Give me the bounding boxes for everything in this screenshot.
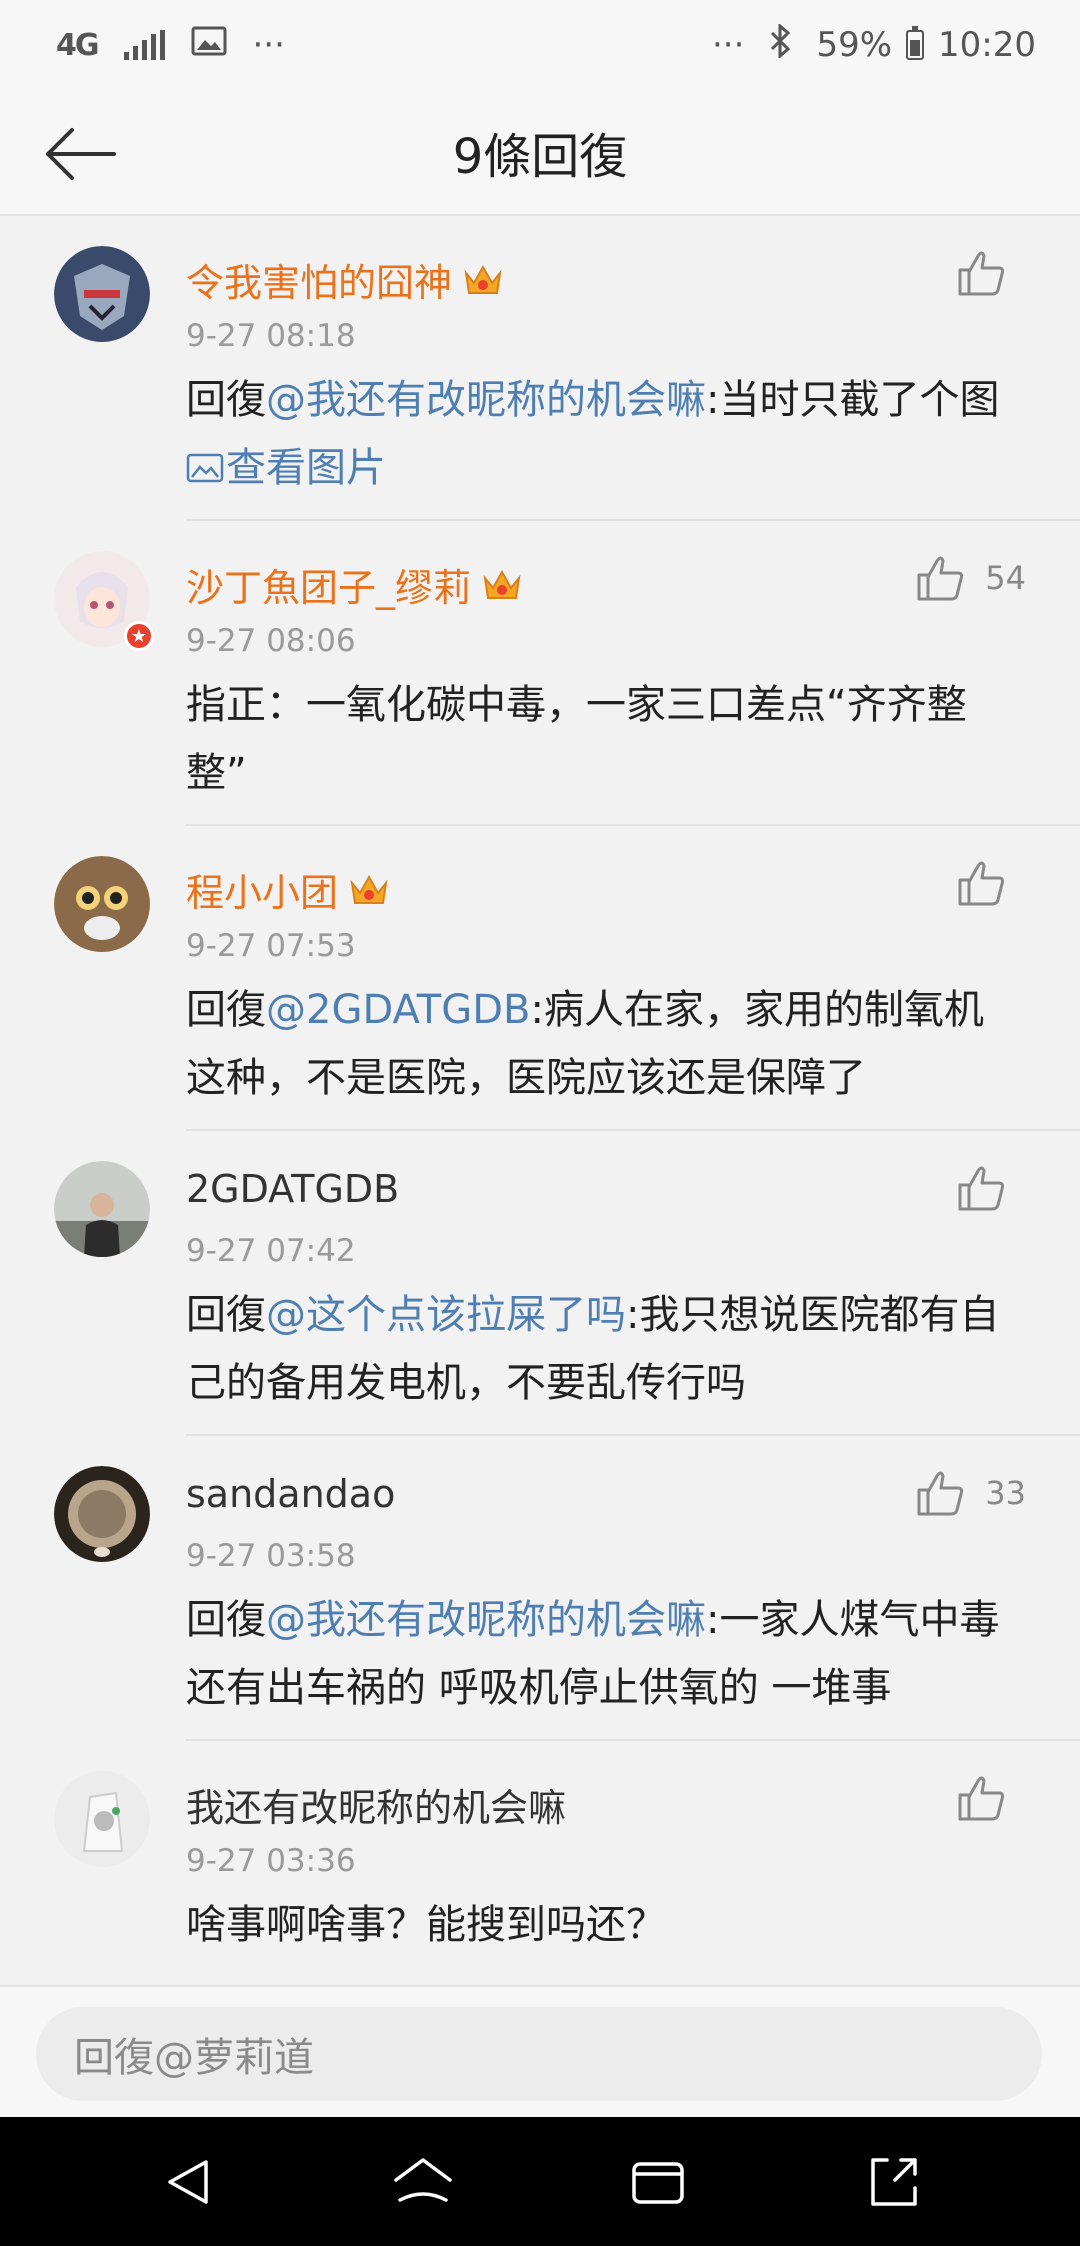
avatar[interactable]	[54, 246, 150, 342]
thumbs-up-icon	[958, 1776, 1005, 1821]
comment-list: 令我害怕的囧神 9-27 08:18 回復@我还有改昵称的机会嘛:当时只截了个图…	[0, 216, 1080, 2046]
avatar[interactable]	[54, 1161, 150, 1257]
more-notifications-icon: ···	[252, 25, 285, 65]
page-title: 9條回復	[452, 129, 628, 185]
mention-link[interactable]: @这个点该拉屎了吗	[266, 1292, 626, 1338]
username[interactable]: sandandao	[186, 1472, 395, 1516]
recents-icon	[631, 2161, 684, 2204]
reply-input[interactable]: 回復@萝莉道	[36, 2007, 1042, 2101]
reply-prefix: 回復	[186, 1292, 266, 1338]
mention-link[interactable]: @我还有改昵称的机会嘛	[266, 377, 706, 423]
clock: 10:20	[938, 25, 1036, 65]
verified-badge-icon: ★	[124, 621, 154, 651]
image-notification-icon	[191, 25, 227, 65]
comment-text: 回復@这个点该拉屎了吗:我只想说医院都有自己的备用发电机，不要乱传行吗	[186, 1281, 1006, 1417]
comment-item[interactable]: 令我害怕的囧神 9-27 08:18 回復@我还有改昵称的机会嘛:当时只截了个图…	[54, 216, 1080, 521]
like-count: 33	[985, 1474, 1026, 1512]
like-count: 54	[985, 559, 1026, 597]
comment-item[interactable]: ★ 沙丁魚团子_缪莉 9-27 08:06 指正：一氧化碳中毒，一家三口差点“齐…	[54, 521, 1080, 826]
reply-prefix: 回復	[186, 1597, 266, 1643]
thumbs-up-icon	[958, 1166, 1005, 1211]
signal-icon	[123, 30, 165, 60]
avatar[interactable]	[54, 1466, 150, 1562]
like-button[interactable]: 54	[915, 553, 1026, 603]
vip-crown-icon	[464, 264, 502, 294]
thumbs-up-icon	[917, 556, 964, 601]
header: 9條回復	[0, 90, 1080, 216]
comment-time: 9-27 07:53	[186, 928, 356, 964]
comment-body: 指正：一氧化碳中毒，一家三口差点“齐齐整整”	[186, 682, 967, 796]
username[interactable]: 程小小团	[186, 862, 338, 917]
comment-time: 9-27 03:36	[186, 1843, 356, 1879]
image-icon	[186, 453, 224, 483]
expand-nav-button[interactable]	[853, 2142, 933, 2222]
expand-icon	[870, 2157, 917, 2206]
comment-text: 回復@2GDATGDB:病人在家，家用的制氧机这种，不是医院，医院应该还是保障了	[186, 976, 1006, 1112]
vip-crown-icon	[350, 874, 388, 904]
username[interactable]: 2GDATGDB	[186, 1167, 399, 1211]
comment-time: 9-27 08:18	[186, 318, 356, 354]
comment-text: 指正：一氧化碳中毒，一家三口差点“齐齐整整”	[186, 671, 1006, 807]
username[interactable]: 我还有改昵称的机会嘛	[186, 1777, 566, 1832]
status-bar: 4G ··· ··· 59% 10:20	[0, 0, 1080, 90]
home-icon	[393, 2157, 452, 2202]
like-button[interactable]	[956, 1163, 1026, 1213]
username[interactable]: 沙丁魚团子_缪莉	[186, 557, 471, 612]
comment-time: 9-27 07:42	[186, 1233, 356, 1269]
like-button[interactable]	[956, 1773, 1026, 1823]
comment-text: 回復@我还有改昵称的机会嘛:一家人煤气中毒 还有出车祸的 呼吸机停止供氧的 一堆…	[186, 1586, 1006, 1722]
avatar[interactable]	[54, 856, 150, 952]
comment-time: 9-27 03:58	[186, 1538, 356, 1574]
comment-body: :当时只截了个图	[706, 377, 1000, 423]
comment-time: 9-27 08:06	[186, 623, 356, 659]
comment-item[interactable]: sandandao 9-27 03:58 回復@我还有改昵称的机会嘛:一家人煤气…	[54, 1436, 1080, 1741]
comment-item[interactable]: 2GDATGDB 9-27 07:42 回復@这个点该拉屎了吗:我只想说医院都有…	[54, 1131, 1080, 1436]
mention-link[interactable]: @我还有改昵称的机会嘛	[266, 1597, 706, 1643]
view-image-label: 查看图片	[226, 445, 386, 491]
like-button[interactable]: 33	[915, 1468, 1026, 1518]
bluetooth-icon	[768, 22, 792, 67]
view-image-link[interactable]: 查看图片	[186, 445, 386, 491]
like-button[interactable]	[956, 248, 1026, 298]
avatar[interactable]	[54, 1771, 150, 1867]
reply-prefix: 回復	[186, 987, 266, 1033]
username[interactable]: 令我害怕的囧神	[186, 252, 452, 307]
more-status-icon: ···	[712, 25, 745, 65]
triangle-back-icon	[167, 2159, 208, 2204]
mention-link[interactable]: @2GDATGDB	[266, 987, 530, 1033]
comment-body: 啥事啊啥事？能搜到吗还？	[186, 1902, 666, 1948]
back-nav-button[interactable]	[148, 2142, 228, 2222]
comment-text: 回復@我还有改昵称的机会嘛:当时只截了个图 查看图片	[186, 366, 1006, 502]
comment-item[interactable]: 程小小团 9-27 07:53 回復@2GDATGDB:病人在家，家用的制氧机这…	[54, 826, 1080, 1131]
network-type-icon: 4G	[56, 27, 99, 63]
avatar[interactable]: ★	[54, 551, 154, 651]
home-nav-button[interactable]	[383, 2142, 463, 2222]
reply-prefix: 回復	[186, 377, 266, 423]
battery-icon	[906, 26, 925, 60]
like-button[interactable]	[956, 858, 1026, 908]
thumbs-up-icon	[958, 861, 1005, 906]
recents-nav-button[interactable]	[618, 2142, 698, 2222]
thumbs-up-icon	[917, 1471, 964, 1516]
vip-crown-icon	[483, 569, 521, 599]
reply-bar: 回復@萝莉道	[0, 1985, 1080, 2119]
battery-percent: 59%	[816, 25, 893, 65]
thumbs-up-icon	[958, 251, 1005, 296]
comment-text: 啥事啊啥事？能搜到吗还？	[186, 1891, 1006, 1959]
system-navigation-bar	[0, 2117, 1080, 2246]
